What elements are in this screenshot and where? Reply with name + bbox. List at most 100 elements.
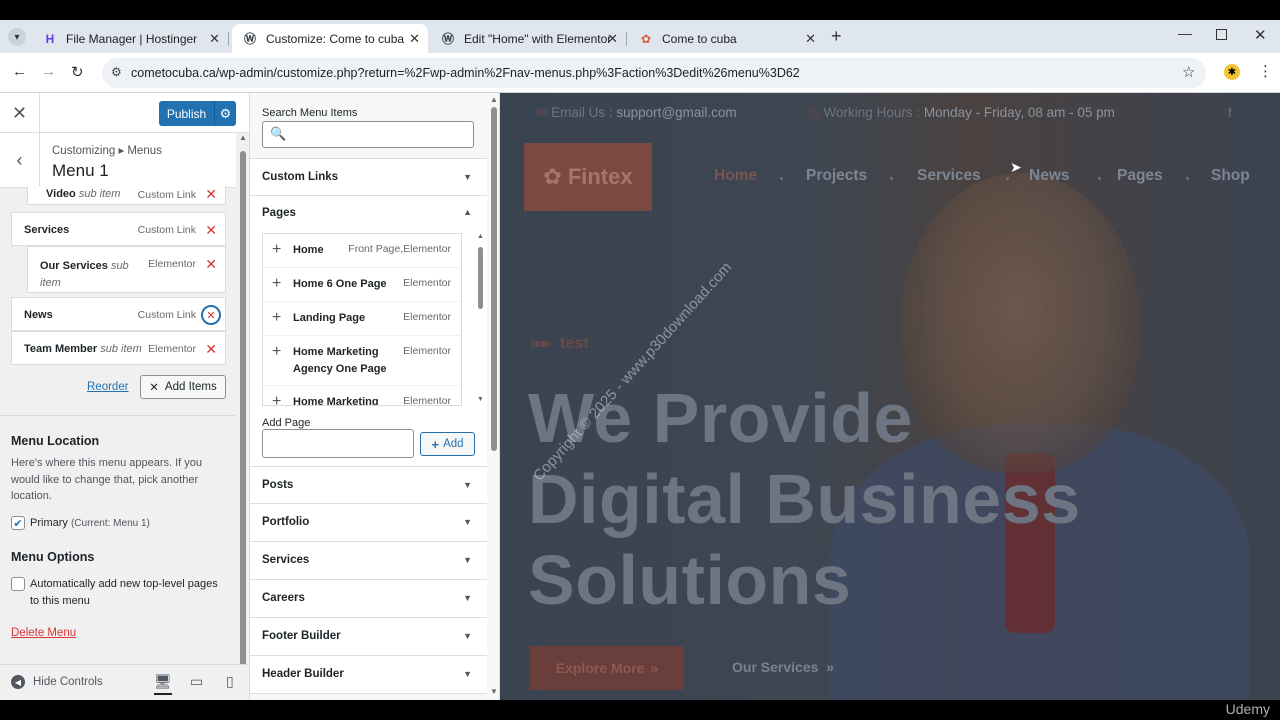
- menu-item-our-services[interactable]: Our Services sub item Elementor ✕: [27, 246, 226, 293]
- page-item[interactable]: + Home Marketing Agency One Page Element…: [263, 336, 461, 386]
- tab-elementor[interactable]: Ⓦ Edit "Home" with Elementor ✕: [430, 24, 627, 53]
- reorder-link[interactable]: Reorder: [87, 381, 129, 393]
- scroll-thumb[interactable]: [478, 247, 483, 309]
- auto-add-checkbox[interactable]: [11, 577, 25, 591]
- tagline-text: test: [560, 335, 589, 352]
- menu-item-type: Custom Link: [137, 189, 196, 201]
- nav-projects[interactable]: Projects: [806, 167, 867, 185]
- page-item[interactable]: + Landing Page Elementor: [263, 302, 461, 336]
- menu-item-name: Video: [46, 188, 76, 200]
- page-item[interactable]: + Home 6 One Page Elementor: [263, 268, 461, 302]
- tablet-preview-icon[interactable]: ▭: [190, 673, 203, 690]
- wordpress-icon: Ⓦ: [441, 32, 454, 46]
- tab-customize[interactable]: Ⓦ Customize: Come to cuba ✕: [232, 24, 428, 53]
- page-item[interactable]: + Home Marketing Elementor: [263, 386, 461, 405]
- section-pages[interactable]: Pages ▲: [250, 196, 487, 228]
- close-tab-icon[interactable]: ✕: [409, 31, 420, 47]
- back-chevron-icon[interactable]: ‹: [0, 133, 40, 188]
- close-customizer-icon[interactable]: ✕: [0, 93, 40, 133]
- search-menu-items-input[interactable]: 🔍: [262, 121, 474, 148]
- middle-panel-scrollbar[interactable]: ▲ ▼: [488, 93, 499, 700]
- remove-item-icon[interactable]: ✕: [201, 305, 221, 325]
- expand-arrow-icon: ▼: [463, 172, 472, 182]
- page-type: Front Page,Elementor: [348, 243, 451, 255]
- menu-item-video[interactable]: Video sub item Custom Link ✕: [27, 186, 226, 205]
- facebook-icon[interactable]: f: [1228, 105, 1232, 120]
- reload-icon[interactable]: ↻: [71, 63, 84, 81]
- section-portfolio[interactable]: Portfolio ▼: [250, 504, 487, 542]
- customizer-footer: ◀ Hide Controls 🖥 ▭ ▯: [0, 664, 249, 700]
- page-name: Home: [293, 244, 324, 256]
- site-logo[interactable]: ✿ Fintex: [524, 143, 652, 211]
- mobile-preview-icon[interactable]: ▯: [226, 673, 234, 690]
- remove-item-icon[interactable]: ✕: [205, 256, 217, 273]
- expand-arrow-icon: ▼: [463, 669, 472, 679]
- tab-come-to-cuba[interactable]: ✿ Come to cuba ✕: [628, 24, 824, 53]
- primary-checkbox[interactable]: ✔: [11, 516, 25, 530]
- delete-menu-link[interactable]: Delete Menu: [11, 627, 76, 639]
- section-footer-builder[interactable]: Footer Builder ▼: [250, 618, 487, 656]
- page-name: Landing Page: [293, 312, 366, 324]
- scroll-thumb[interactable]: [240, 151, 246, 687]
- menu-item-team-member[interactable]: Team Member sub item Elementor ✕: [11, 331, 226, 365]
- new-tab-icon[interactable]: +: [831, 26, 842, 47]
- close-tab-icon[interactable]: ✕: [805, 31, 816, 47]
- hide-controls-button[interactable]: ◀ Hide Controls: [11, 675, 103, 689]
- browser-tab-bar: ▾ H File Manager | Hostinger ✕ Ⓦ Customi…: [0, 20, 1280, 53]
- nav-home[interactable]: Home: [714, 167, 757, 185]
- available-menu-items-panel: Search Menu Items 🔍 Custom Links ▼ Pages…: [250, 93, 500, 700]
- panel-scrollbar[interactable]: ▲ ▼: [237, 133, 249, 698]
- site-preview[interactable]: ✉ Email Us : support@gmail.com ◷ Working…: [500, 93, 1280, 700]
- primary-label-text: Primary: [30, 517, 68, 529]
- publish-settings-gear-icon[interactable]: ⚙: [214, 101, 236, 126]
- restore-icon[interactable]: [1216, 29, 1227, 40]
- bookmark-star-icon[interactable]: ☆: [1182, 63, 1195, 81]
- scroll-up-icon[interactable]: ▲: [490, 95, 498, 104]
- close-tab-icon[interactable]: ✕: [607, 31, 618, 47]
- section-posts[interactable]: Posts ▼: [250, 466, 487, 504]
- nav-shop[interactable]: Shop: [1211, 167, 1250, 185]
- explore-more-button[interactable]: Explore More »: [530, 646, 684, 690]
- section-services[interactable]: Services ▼: [250, 542, 487, 580]
- add-page-input[interactable]: [262, 429, 414, 458]
- scroll-up-icon[interactable]: ▲: [239, 133, 247, 142]
- remove-item-icon[interactable]: ✕: [205, 186, 217, 203]
- nav-services[interactable]: Services: [917, 167, 981, 185]
- browser-menu-icon[interactable]: ⋮: [1258, 62, 1273, 80]
- menu-item-services[interactable]: Services Custom Link ✕: [11, 212, 226, 246]
- minimize-icon[interactable]: —: [1178, 25, 1192, 41]
- pages-list-scrollbar[interactable]: ▲ ▼: [476, 233, 486, 406]
- menu-item-news[interactable]: News Custom Link ✕: [11, 297, 226, 331]
- scroll-down-icon[interactable]: ▼: [477, 396, 484, 403]
- section-careers[interactable]: Careers ▼: [250, 580, 487, 618]
- remove-item-icon[interactable]: ✕: [205, 222, 217, 239]
- section-custom-links[interactable]: Custom Links ▼: [250, 158, 487, 196]
- tab-label: Customize: Come to cuba: [266, 31, 405, 46]
- nav-news[interactable]: News: [1029, 167, 1070, 185]
- page-item[interactable]: + Home Front Page,Elementor: [263, 234, 461, 268]
- section-label: Services: [262, 554, 310, 566]
- add-items-button[interactable]: ✕ Add Items: [140, 375, 226, 399]
- tab-search-chevron-icon[interactable]: ▾: [8, 28, 26, 46]
- close-window-icon[interactable]: ✕: [1254, 26, 1267, 44]
- primary-current: (Current: Menu 1): [70, 518, 150, 529]
- scroll-down-icon[interactable]: ▼: [490, 687, 498, 696]
- back-arrow-icon[interactable]: ←: [12, 63, 27, 80]
- tab-file-manager[interactable]: H File Manager | Hostinger ✕: [32, 24, 229, 53]
- our-services-link[interactable]: Our Services »: [732, 659, 834, 675]
- close-tab-icon[interactable]: ✕: [209, 31, 220, 47]
- extension-icon[interactable]: ✱: [1224, 64, 1240, 80]
- url-field[interactable]: ⚙ cometocuba.ca/wp-admin/customize.php?r…: [102, 58, 1206, 88]
- section-header-builder[interactable]: Header Builder ▼: [250, 656, 487, 694]
- cursor-arrow-icon: ➤: [1010, 159, 1022, 175]
- publish-button[interactable]: Publish: [159, 101, 214, 126]
- desktop-preview-icon[interactable]: 🖥: [154, 673, 172, 695]
- remove-item-icon[interactable]: ✕: [205, 341, 217, 358]
- scroll-up-icon[interactable]: ▲: [477, 233, 484, 240]
- nav-pages[interactable]: Pages: [1117, 167, 1163, 185]
- site-info-icon[interactable]: ⚙: [111, 65, 122, 79]
- forward-arrow-icon[interactable]: →: [41, 63, 56, 80]
- url-text: cometocuba.ca/wp-admin/customize.php?ret…: [131, 66, 800, 80]
- add-page-button[interactable]: + Add: [420, 432, 475, 456]
- scroll-thumb[interactable]: [491, 107, 497, 451]
